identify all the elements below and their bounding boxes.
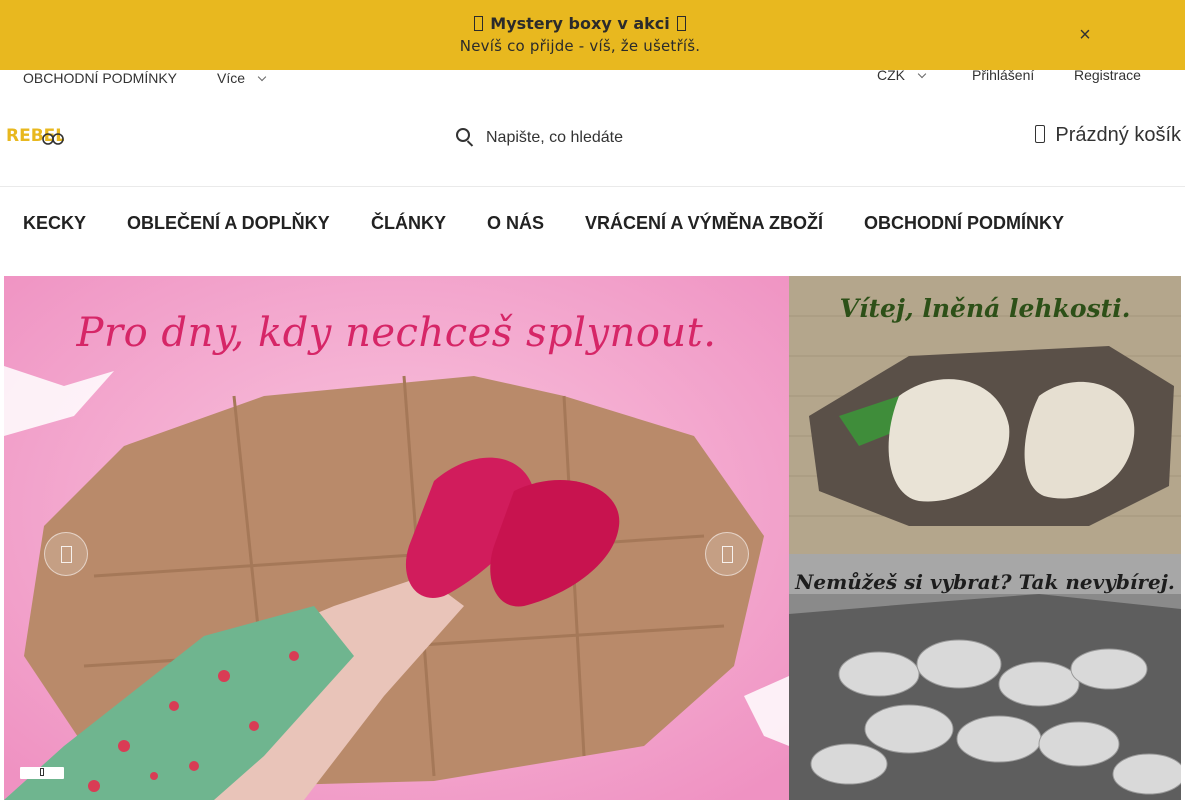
slider-prev-button[interactable] [44, 532, 88, 576]
more-menu[interactable]: Více [217, 70, 267, 86]
settings-icon [40, 768, 44, 776]
currency-label: CZK [877, 67, 905, 83]
register-link[interactable]: Registrace [1074, 67, 1141, 83]
choice-banner-title: Nemůžeš si vybrat? Tak nevybírej. [795, 570, 1175, 594]
gift-icon [473, 16, 483, 31]
hero-title: Pro dny, kdy nechceš splynout. [76, 310, 717, 356]
promo-title: Mystery boxy v akci [490, 14, 670, 33]
hero-slider[interactable]: Pro dny, kdy nechceš splynout. [4, 276, 789, 800]
main-nav: KECKY OBLEČENÍ A DOPLŇKY ČLÁNKY O NÁS VR… [0, 188, 1185, 276]
more-menu-label: Více [217, 70, 246, 86]
nav-item-clanky[interactable]: ČLÁNKY [371, 213, 446, 234]
top-utility-row: OBCHODNÍ PODMÍNKY Více CZK Přihlášení Re… [0, 67, 1185, 89]
cart-icon [1035, 125, 1046, 143]
search-bar [450, 118, 810, 158]
slider-next-button[interactable] [705, 532, 749, 576]
cart-label: Prázdný košík [1055, 124, 1181, 146]
nav-item-vraceni[interactable]: VRÁCENÍ A VÝMĚNA ZBOŽÍ [585, 213, 823, 234]
chevron-down-icon [917, 69, 927, 79]
gift-icon-right [677, 16, 687, 31]
login-link[interactable]: Přihlášení [972, 67, 1034, 83]
cookie-toggle-button[interactable] [20, 767, 64, 779]
nav-item-obleceni[interactable]: OBLEČENÍ A DOPLŇKY [127, 213, 330, 234]
chevron-down-icon [257, 72, 267, 82]
nav-item-o-nas[interactable]: O NÁS [487, 213, 544, 234]
top-terms-link[interactable]: OBCHODNÍ PODMÍNKY [23, 70, 177, 86]
site-logo[interactable]: REBEL [6, 122, 64, 148]
search-input[interactable] [486, 126, 786, 150]
choice-banner[interactable]: Nemůžeš si vybrat? Tak nevybírej. [789, 554, 1181, 800]
close-icon[interactable]: × [1076, 25, 1094, 45]
promo-subtitle: Nevíš co přijde - víš, že ušetříš. [459, 37, 701, 55]
linen-banner-title: Vítej, lněná lehkosti. [839, 294, 1131, 323]
linen-banner[interactable]: Vítej, lněná lehkosti. [789, 276, 1181, 554]
promo-title-wrap: Mystery boxy v akci [0, 14, 1160, 33]
promo-bar: Mystery boxy v akci Nevíš co přijde - ví… [0, 0, 1185, 70]
search-icon[interactable] [456, 128, 470, 142]
nav-item-podminky[interactable]: OBCHODNÍ PODMÍNKY [864, 213, 1064, 234]
nav-item-kecky[interactable]: KECKY [23, 213, 86, 234]
chevron-left-icon [61, 546, 72, 563]
currency-selector[interactable]: CZK [877, 67, 927, 83]
cart-button[interactable]: Prázdný košík [1035, 124, 1181, 147]
chevron-right-icon [722, 546, 733, 563]
